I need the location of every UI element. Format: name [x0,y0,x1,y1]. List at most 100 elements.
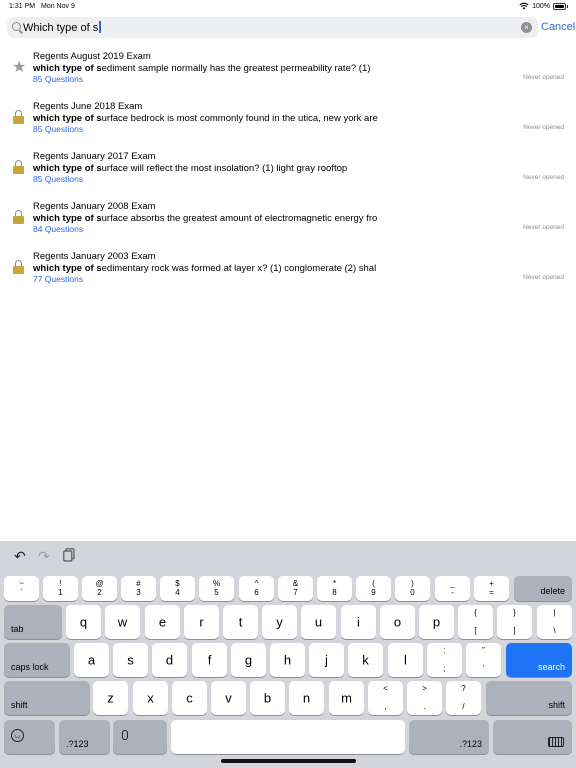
text-caret [99,21,101,33]
key-u[interactable]: u [301,605,336,639]
shift-key-right[interactable]: shift [486,681,572,715]
key-o[interactable]: o [380,605,415,639]
dictation-key[interactable] [113,720,167,754]
key-t[interactable]: t [223,605,258,639]
key-6[interactable]: ^ 6 [239,576,274,601]
key-label: delete [540,586,565,596]
match-highlight: which type of s [33,213,102,224]
search-field[interactable]: Which type of s × [7,17,538,38]
key-glyph: k [362,652,369,668]
key-glyph: 9 [371,588,376,597]
key-m[interactable]: m [329,681,364,715]
key-punct[interactable]: :; [427,643,462,677]
key-9[interactable]: (9 [356,576,391,601]
key-b[interactable]: b [250,681,285,715]
result-row[interactable]: ★ Regents August 2019 Exam which type of… [0,48,576,96]
search-key[interactable]: search [506,643,572,677]
redo-icon[interactable]: ↷ [38,548,50,565]
keyboard-shortcut-bar: ↶ ↷ [0,541,576,572]
key-glyph: o [393,614,402,630]
key--[interactable]: _ - [435,576,470,601]
numbers-key-left[interactable]: .?123 [59,720,110,754]
key-8[interactable]: * 8 [317,576,352,601]
undo-icon[interactable]: ↶ [14,548,26,565]
key-glyph: r [199,614,204,630]
numbers-key-right[interactable]: .?123 [409,720,489,754]
key-q[interactable]: q [66,605,101,639]
result-row[interactable]: Regents June 2018 Exam which type of sur… [0,98,576,146]
key-z[interactable]: z [93,681,128,715]
key-3[interactable]: #3 [121,576,156,601]
snippet-text: urface absorbs the greatest amount of el… [101,213,378,224]
key-=[interactable]: + = [474,576,509,601]
key-n[interactable]: n [289,681,324,715]
key-y[interactable]: y [262,605,297,639]
exam-title: Regents January 2003 Exam [33,251,156,262]
tab-key[interactable]: tab [4,605,62,639]
key-punct[interactable]: >. [407,681,442,715]
key-shift-glyph: + [489,579,494,588]
key-s[interactable]: s [113,643,148,677]
caps-lock-key[interactable]: caps lock [4,643,70,677]
key-label: .?123 [66,739,89,749]
key-c[interactable]: c [172,681,207,715]
emoji-icon: ◡ [11,729,24,742]
key-v[interactable]: v [211,681,246,715]
key-g[interactable]: g [231,643,266,677]
key-\[interactable]: | \ [537,605,572,639]
wifi-icon [519,2,529,10]
key-p[interactable]: p [419,605,454,639]
key-shift-glyph: _ [450,579,455,588]
key-a[interactable]: a [74,643,109,677]
key-0[interactable]: ) 0 [395,576,430,601]
cancel-button[interactable]: Cancel [541,21,575,33]
key-[[interactable]: {[ [458,605,493,639]
snippet-text: edimentary rock was formed at layer x? (… [101,263,377,274]
key-e[interactable]: e [145,605,180,639]
key-w[interactable]: w [105,605,140,639]
paste-icon[interactable] [63,548,75,565]
result-row[interactable]: Regents January 2017 Exam which type of … [0,148,576,196]
key-f[interactable]: f [192,643,227,677]
key-k[interactable]: k [348,643,383,677]
key-1[interactable]: ! 1 [43,576,78,601]
shift-key-left[interactable]: shift [4,681,90,715]
key-shift-glyph: } [513,608,516,617]
key-glyph: 7 [293,588,298,597]
key-glyph: i [357,614,360,630]
key-i[interactable]: i [341,605,376,639]
clear-search-icon[interactable]: × [521,22,532,33]
key-`[interactable]: ~ ` [4,576,39,601]
hide-keyboard-key[interactable] [493,720,572,754]
key-j[interactable]: j [309,643,344,677]
opened-status: Never opened [523,74,564,81]
question-count: 85 Questions [33,74,84,84]
result-row[interactable]: Regents January 2008 Exam which type of … [0,198,576,246]
key-][interactable]: }] [497,605,532,639]
key-d[interactable]: d [152,643,187,677]
key-5[interactable]: % 5 [199,576,234,601]
key-glyph: s [127,652,134,668]
key-glyph: ; [443,664,446,673]
key-x[interactable]: x [133,681,168,715]
result-row[interactable]: Regents January 2003 Exam which type of … [0,248,576,296]
key-punct[interactable]: <, [368,681,403,715]
key-glyph: p [432,614,441,630]
snippet-text: urface will reflect the most insolation?… [101,163,348,174]
key-punct[interactable]: ? / [446,681,481,715]
key-shift-glyph: { [474,608,477,617]
emoji-key[interactable]: ◡ [4,720,55,754]
key-l[interactable]: l [388,643,423,677]
key-4[interactable]: $4 [160,576,195,601]
key-h[interactable]: h [270,643,305,677]
key-shift-glyph: * [332,579,337,588]
opened-status: Never opened [523,174,564,181]
delete-key[interactable]: delete [514,576,572,601]
key-punct[interactable]: ”’ [466,643,501,677]
battery-icon [553,2,566,10]
key-2[interactable]: @2 [82,576,117,601]
key-r[interactable]: r [184,605,219,639]
search-input[interactable]: Which type of s [23,21,101,34]
space-bar[interactable] [171,720,405,754]
key-7[interactable]: & 7 [278,576,313,601]
